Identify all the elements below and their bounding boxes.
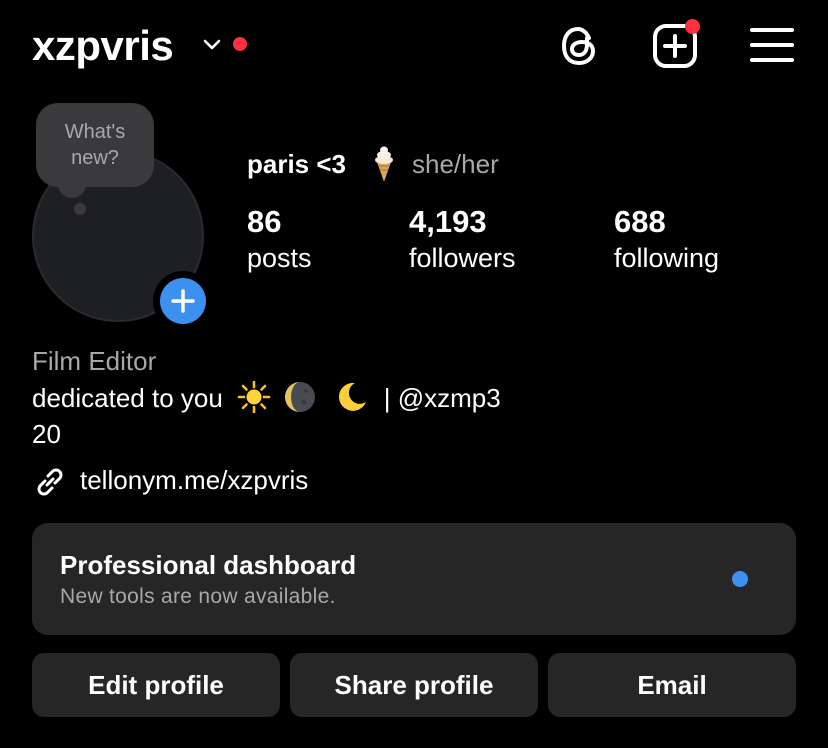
professional-dashboard-card[interactable]: Professional dashboard New tools are now…: [32, 523, 796, 635]
stat-following-count: 688: [614, 204, 666, 239]
plus-icon: [171, 289, 195, 313]
account-notification-dot: [233, 37, 247, 51]
dashboard-subtitle: New tools are now available.: [60, 585, 336, 608]
soft-serve-icon: [375, 146, 393, 182]
crescent-moon-icon: [338, 382, 366, 411]
profile-category: Film Editor: [32, 346, 157, 376]
profile-screen: xzpvris What's new? paris <3 she/her 86 …: [0, 0, 828, 748]
stat-followers[interactable]: 4,193 followers: [409, 203, 516, 275]
note-bubble-tail-dot: [74, 203, 86, 215]
pronouns: she/her: [412, 149, 499, 179]
bio-line-1: dedicated to you | @xzmp3: [32, 380, 501, 416]
create-notification-dot: [685, 19, 700, 34]
dashboard-title: Professional dashboard: [60, 550, 357, 580]
username-title[interactable]: xzpvris: [32, 22, 174, 70]
add-story-button[interactable]: [153, 271, 213, 331]
share-profile-button[interactable]: Share profile: [290, 653, 538, 717]
stat-followers-count: 4,193: [409, 204, 487, 239]
stat-followers-label: followers: [409, 243, 516, 273]
bio-line-2: 20: [32, 419, 61, 449]
stat-following-label: following: [614, 243, 720, 273]
chevron-down-icon[interactable]: [202, 38, 222, 52]
sun-icon: [237, 380, 271, 414]
threads-icon[interactable]: [558, 24, 602, 68]
bio-mention[interactable]: | @xzmp3: [384, 383, 501, 413]
display-name: paris <3: [247, 149, 347, 179]
link-icon: [37, 468, 63, 496]
waning-moon-icon: [285, 382, 316, 412]
stat-posts-label: posts: [247, 243, 312, 273]
bio-text: dedicated to you: [32, 383, 223, 413]
link-text[interactable]: tellonym.me/xzpvris: [80, 462, 308, 498]
hamburger-menu-icon[interactable]: [750, 26, 794, 64]
stat-following[interactable]: 688 following: [614, 203, 719, 275]
stat-posts[interactable]: 86 posts: [247, 203, 312, 275]
note-placeholder: What's new?: [64, 121, 126, 169]
edit-profile-button[interactable]: Edit profile: [32, 653, 280, 717]
dashboard-new-dot: [732, 571, 748, 587]
email-button[interactable]: Email: [548, 653, 796, 717]
stat-posts-count: 86: [247, 204, 282, 239]
note-bubble[interactable]: What's new?: [36, 103, 154, 187]
